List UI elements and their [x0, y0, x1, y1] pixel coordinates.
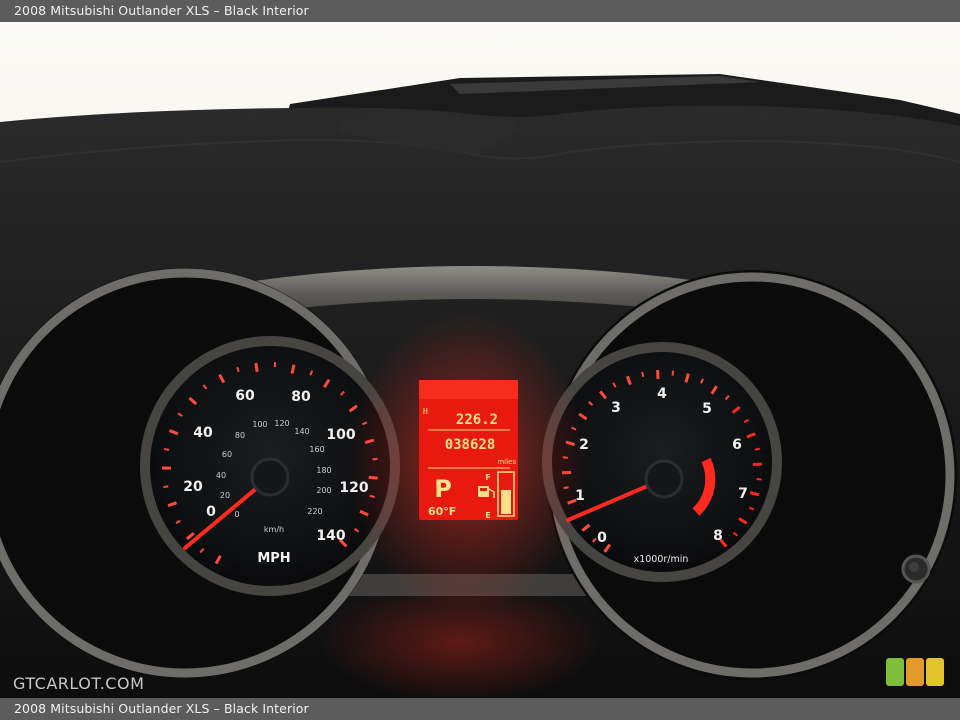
gauge-tick: [163, 485, 169, 489]
rpm-label: 0: [597, 530, 607, 546]
rpm-label: 8: [713, 528, 723, 544]
mph-label: 40: [193, 425, 213, 441]
gauge-tick: [369, 494, 375, 498]
caption-top: 2008 Mitsubishi Outlander XLS – Black In…: [0, 0, 960, 22]
badge-orange: [906, 658, 924, 686]
gauge-tick: [641, 371, 645, 378]
odometer-unit: miles: [497, 458, 516, 466]
gauge-tick: [372, 457, 378, 461]
kmh-label: 160: [309, 445, 324, 454]
rpm-unit: x1000r/min: [634, 554, 689, 565]
mph-label: 0: [206, 504, 216, 520]
rpm-label: 6: [732, 437, 742, 453]
kmh-label: 140: [294, 427, 309, 436]
fuel-full-label: F: [485, 473, 490, 482]
mph-unit: MPH: [257, 551, 290, 566]
trip-indicator: H: [423, 407, 428, 416]
kmh-label: 100: [252, 420, 267, 429]
caption-bottom: 2008 Mitsubishi Outlander XLS – Black In…: [0, 698, 960, 720]
gauge-tick: [290, 364, 296, 374]
mph-label: 80: [291, 389, 311, 405]
gauge-tick: [163, 447, 170, 451]
gear-indicator: P: [434, 475, 452, 503]
gauge-tick: [752, 462, 762, 467]
kmh-label: 0: [234, 510, 239, 519]
odometer-value: 038628: [445, 437, 496, 453]
mph-label: 60: [235, 388, 255, 404]
mph-label: 140: [316, 528, 345, 544]
gauge-tick: [563, 486, 569, 490]
gauge-tick: [368, 475, 378, 480]
rpm-label: 7: [738, 486, 748, 502]
kmh-label: 200: [316, 486, 331, 495]
gauge-tick: [754, 447, 760, 451]
tachometer-hub: [644, 459, 684, 499]
mph-label: 120: [339, 480, 368, 496]
gauge-tick: [671, 370, 675, 376]
fuel-gauge-level: [501, 490, 511, 514]
trip-value: 226.2: [456, 412, 498, 428]
kmh-label: 60: [222, 450, 232, 459]
dashboard-photo: 0 20 40 60 80 100 120 140 0 20 40 60 80 …: [0, 22, 960, 698]
kmh-label: 40: [216, 471, 226, 480]
gauge-tick: [562, 456, 568, 459]
kmh-unit: km/h: [264, 525, 284, 534]
temperature-readout: 60°F: [428, 505, 456, 518]
rpm-label: 1: [575, 488, 585, 504]
fuel-empty-label: E: [485, 511, 490, 520]
info-display: H 226.2 038628 miles P F E 60°F: [419, 380, 518, 520]
kmh-label: 80: [235, 431, 245, 440]
rpm-label: 4: [657, 386, 667, 402]
mph-label: 100: [326, 427, 355, 443]
speedometer-hub: [250, 457, 290, 497]
kmh-label: 180: [316, 466, 331, 475]
watermark-logo: GTCARLOT.COM: [13, 674, 145, 693]
kmh-label: 220: [307, 507, 322, 516]
badge-yellow: [926, 658, 944, 686]
kmh-label: 20: [220, 491, 230, 500]
mph-label: 20: [183, 479, 203, 495]
rpm-label: 5: [702, 401, 712, 417]
rpm-label: 3: [611, 400, 621, 416]
rpm-label: 2: [579, 437, 589, 453]
gauge-tick: [254, 362, 259, 373]
knob-center: [909, 562, 919, 572]
badge-green: [886, 658, 904, 686]
kmh-label: 120: [274, 419, 289, 428]
